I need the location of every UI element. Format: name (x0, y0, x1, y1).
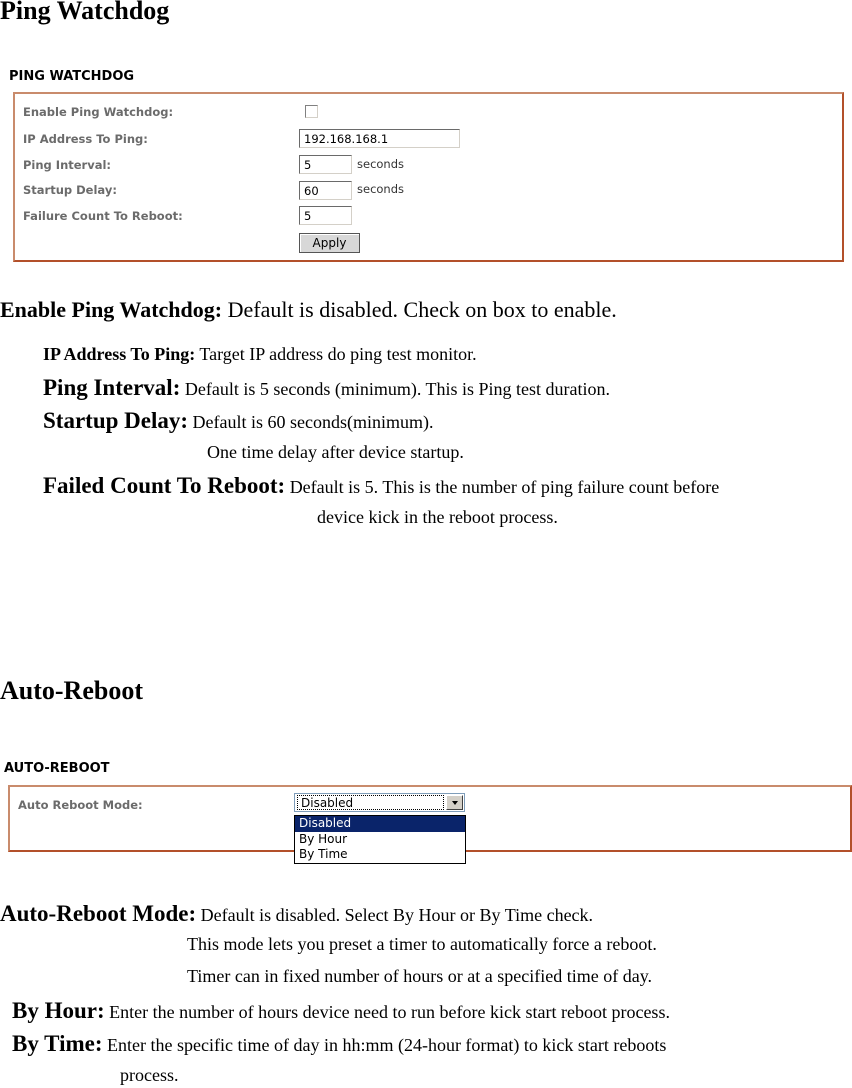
ping-watchdog-panel: Enable Ping Watchdog: IP Address To Ping… (13, 92, 844, 262)
desc-term: By Time: (12, 1031, 103, 1056)
desc-failed-count: Failed Count To Reboot: Default is 5. Th… (43, 473, 719, 499)
option-by-time[interactable]: By Time (295, 847, 465, 863)
option-disabled[interactable]: Disabled (295, 816, 465, 832)
desc-auto-reboot-mode-cont2: Timer can in fixed number of hours or at… (187, 966, 653, 986)
auto-reboot-mode-dropdown-list: Disabled By Hour By Time (294, 815, 466, 864)
desc-by-hour: By Hour: Enter the number of hours devic… (12, 998, 670, 1024)
desc-text: Default is 60 seconds(minimum). (188, 412, 434, 432)
desc-term: By Hour: (12, 998, 105, 1023)
enable-ping-watchdog-checkbox[interactable] (305, 105, 318, 118)
apply-button[interactable]: Apply (299, 233, 360, 253)
desc-auto-reboot-mode-cont1: This mode lets you preset a timer to aut… (187, 934, 657, 954)
desc-term: Failed Count To Reboot: (43, 473, 286, 498)
auto-reboot-mode-value: Disabled (297, 795, 444, 810)
desc-startup-delay: Startup Delay: Default is 60 seconds(min… (43, 408, 434, 434)
auto-reboot-heading: Auto-Reboot (0, 676, 143, 705)
desc-by-time: By Time: Enter the specific time of day … (12, 1031, 666, 1057)
startup-delay-unit: seconds (357, 182, 405, 196)
desc-term: IP Address To Ping: (43, 344, 196, 364)
failure-count-input[interactable] (299, 206, 352, 225)
desc-startup-delay-cont: One time delay after device startup. (207, 442, 464, 462)
desc-term: Startup Delay: (43, 408, 189, 433)
failure-count-label: Failure Count To Reboot: (23, 209, 183, 223)
desc-ip-address: IP Address To Ping: Target IP address do… (43, 344, 477, 365)
desc-text: Target IP address do ping test monitor. (195, 344, 477, 364)
desc-text: Default is disabled. Select By Hour or B… (196, 905, 594, 925)
ip-address-input[interactable] (299, 129, 460, 148)
desc-auto-reboot-mode: Auto-Reboot Mode: Default is disabled. S… (0, 901, 593, 927)
ping-watchdog-panel-title: PING WATCHDOG (9, 69, 135, 84)
startup-delay-label: Startup Delay: (23, 183, 117, 197)
ping-watchdog-heading: Ping Watchdog (0, 0, 170, 25)
desc-text: Default is 5. This is the number of ping… (285, 477, 720, 497)
desc-text: Default is disabled. Check on box to ena… (222, 297, 617, 322)
desc-term: Enable Ping Watchdog: (0, 297, 223, 322)
enable-ping-watchdog-label: Enable Ping Watchdog: (23, 105, 174, 119)
desc-text: Default is 5 seconds (minimum). This is … (180, 379, 610, 399)
startup-delay-input[interactable] (299, 181, 352, 200)
desc-term: Auto-Reboot Mode: (0, 901, 197, 926)
desc-failed-count-cont: device kick in the reboot process. (317, 507, 558, 527)
auto-reboot-panel-title: AUTO-REBOOT (4, 761, 110, 776)
auto-reboot-mode-select[interactable]: Disabled (294, 793, 465, 812)
chevron-down-icon[interactable] (446, 795, 463, 810)
desc-enable-ping: Enable Ping Watchdog: Default is disable… (0, 297, 617, 323)
desc-ping-interval: Ping Interval: Default is 5 seconds (min… (43, 375, 610, 401)
auto-reboot-mode-label: Auto Reboot Mode: (18, 798, 143, 812)
desc-term: Ping Interval: (43, 375, 181, 400)
ping-interval-input[interactable] (299, 155, 352, 174)
ip-address-label: IP Address To Ping: (23, 132, 148, 146)
desc-by-time-cont: process. (120, 1065, 179, 1085)
desc-text: Enter the specific time of day in hh:mm … (102, 1035, 667, 1055)
option-by-hour[interactable]: By Hour (295, 832, 465, 848)
ping-interval-unit: seconds (357, 157, 405, 171)
ping-interval-label: Ping Interval: (23, 158, 112, 172)
desc-text: Enter the number of hours device need to… (104, 1002, 670, 1022)
